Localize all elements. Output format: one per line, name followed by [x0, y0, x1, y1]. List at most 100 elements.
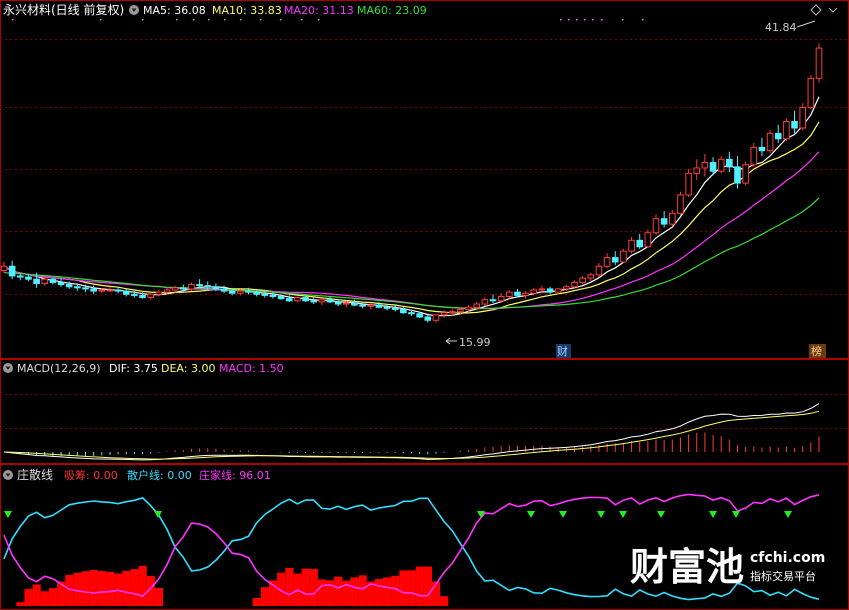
choumao-bar	[97, 571, 106, 606]
zsx-header: 庄散线 吸筹: 0.00 散户线: 0.00 庄家线: 96.01	[3, 467, 271, 482]
candle-body	[677, 194, 684, 214]
price-header: 永兴材料(日线 前复权) MA5: 36.08 MA10: 33.83 MA20…	[3, 2, 838, 17]
signal-dot	[568, 19, 570, 21]
zhuangjia-legend: 庄家线: 96.01	[199, 468, 271, 482]
choumao-bar	[309, 568, 318, 606]
candle-body	[180, 287, 187, 290]
candle-body	[514, 291, 521, 296]
candle-body	[595, 265, 603, 276]
low-price-arrow	[445, 337, 457, 345]
ma60-legend: MA60: 23.09	[357, 4, 427, 17]
candle-body	[571, 281, 578, 288]
choumao-bar	[285, 567, 294, 606]
candle-body	[791, 121, 798, 129]
choumao-legend: 吸筹: 0.00	[64, 468, 118, 482]
signal-dot	[12, 19, 14, 21]
watermark-logo: 财富池	[630, 545, 744, 589]
candle-body	[359, 304, 366, 307]
candle-body	[285, 298, 293, 302]
candle-body	[237, 290, 244, 294]
signal-dot	[280, 19, 282, 21]
candle-body	[171, 287, 179, 291]
candle-body	[579, 277, 586, 283]
candle-body	[82, 287, 89, 290]
candle-body	[98, 289, 106, 292]
dea-legend: DEA: 3.00	[161, 362, 215, 375]
candle-body	[277, 295, 285, 300]
ma10-legend: MA10: 33.83	[212, 4, 282, 17]
choumao-bar	[415, 566, 424, 606]
candle-body	[611, 257, 619, 263]
choumao-bar	[440, 596, 449, 606]
candle-body	[497, 295, 505, 302]
diamond-icon[interactable]	[810, 4, 822, 16]
signal-dot	[560, 19, 562, 21]
candle-body	[636, 239, 644, 248]
candle-body	[685, 172, 692, 196]
candle-body	[799, 106, 807, 129]
choumao-bar	[138, 565, 147, 606]
candle-body	[114, 289, 122, 292]
signal-dot	[176, 19, 178, 21]
candle-body	[269, 294, 277, 297]
candle-body	[522, 292, 529, 296]
candle-body	[620, 250, 627, 263]
candle-body	[766, 132, 774, 152]
candle-body	[131, 293, 138, 296]
choumao-bar	[399, 570, 408, 606]
candle-body	[155, 291, 163, 295]
choumao-bar	[334, 576, 343, 606]
signal-dot	[576, 19, 578, 21]
low-price-label: 15.99	[459, 336, 491, 349]
signal-dot	[193, 19, 195, 21]
signal-dot	[100, 19, 102, 21]
candle-body	[122, 290, 130, 295]
choumao-bar	[423, 566, 432, 606]
candle-body	[628, 239, 635, 252]
candle-body	[74, 286, 81, 289]
candle-body	[163, 289, 171, 293]
candle-body	[750, 146, 758, 166]
candle-body	[41, 278, 49, 285]
buy-signal-triangle	[784, 511, 792, 518]
candle-body	[0, 265, 8, 272]
signal-dot	[592, 19, 594, 21]
candle-body	[294, 297, 301, 302]
candle-body	[343, 302, 350, 305]
choumao-bar	[24, 589, 33, 606]
macd-header: MACD(12,26,9) DIF: 3.75 DEA: 3.00 MACD: …	[3, 362, 284, 375]
buy-signal-triangle	[709, 511, 717, 518]
signal-dot	[240, 19, 242, 21]
candle-body	[709, 162, 717, 172]
candle-body	[416, 313, 423, 318]
bang-badge[interactable]: 榜	[811, 344, 822, 358]
signal-dot	[584, 19, 586, 21]
signal-dot	[318, 19, 320, 21]
stock-chart: 永兴材料(日线 前复权) MA5: 36.08 MA10: 33.83 MA20…	[0, 0, 849, 610]
candle-body	[432, 314, 440, 321]
candle-body	[448, 311, 456, 314]
choumao-bar	[374, 578, 384, 606]
candle-body	[261, 293, 269, 296]
candle-body	[253, 291, 260, 295]
candle-body	[17, 275, 24, 278]
candle-body	[188, 284, 195, 290]
candle-body	[701, 162, 709, 169]
choumao-bar	[252, 597, 261, 606]
choumao-bar	[40, 591, 49, 606]
high-price-arrow	[796, 20, 816, 28]
candle-body	[554, 288, 562, 293]
candle-body	[90, 288, 97, 292]
candle-body	[693, 167, 701, 174]
candle-body	[106, 289, 114, 292]
cai-badge[interactable]: 财	[557, 344, 568, 358]
signal-dot	[260, 19, 262, 21]
signal-dot	[622, 19, 624, 21]
high-price-label: 41.84	[765, 21, 797, 34]
choumao-bar	[48, 588, 58, 606]
candle-body	[440, 312, 448, 316]
candle-body	[302, 297, 309, 302]
dif-legend: DIF: 3.75	[109, 362, 158, 375]
chevron-down-icon[interactable]	[828, 7, 838, 13]
choumao-bar	[260, 587, 269, 606]
